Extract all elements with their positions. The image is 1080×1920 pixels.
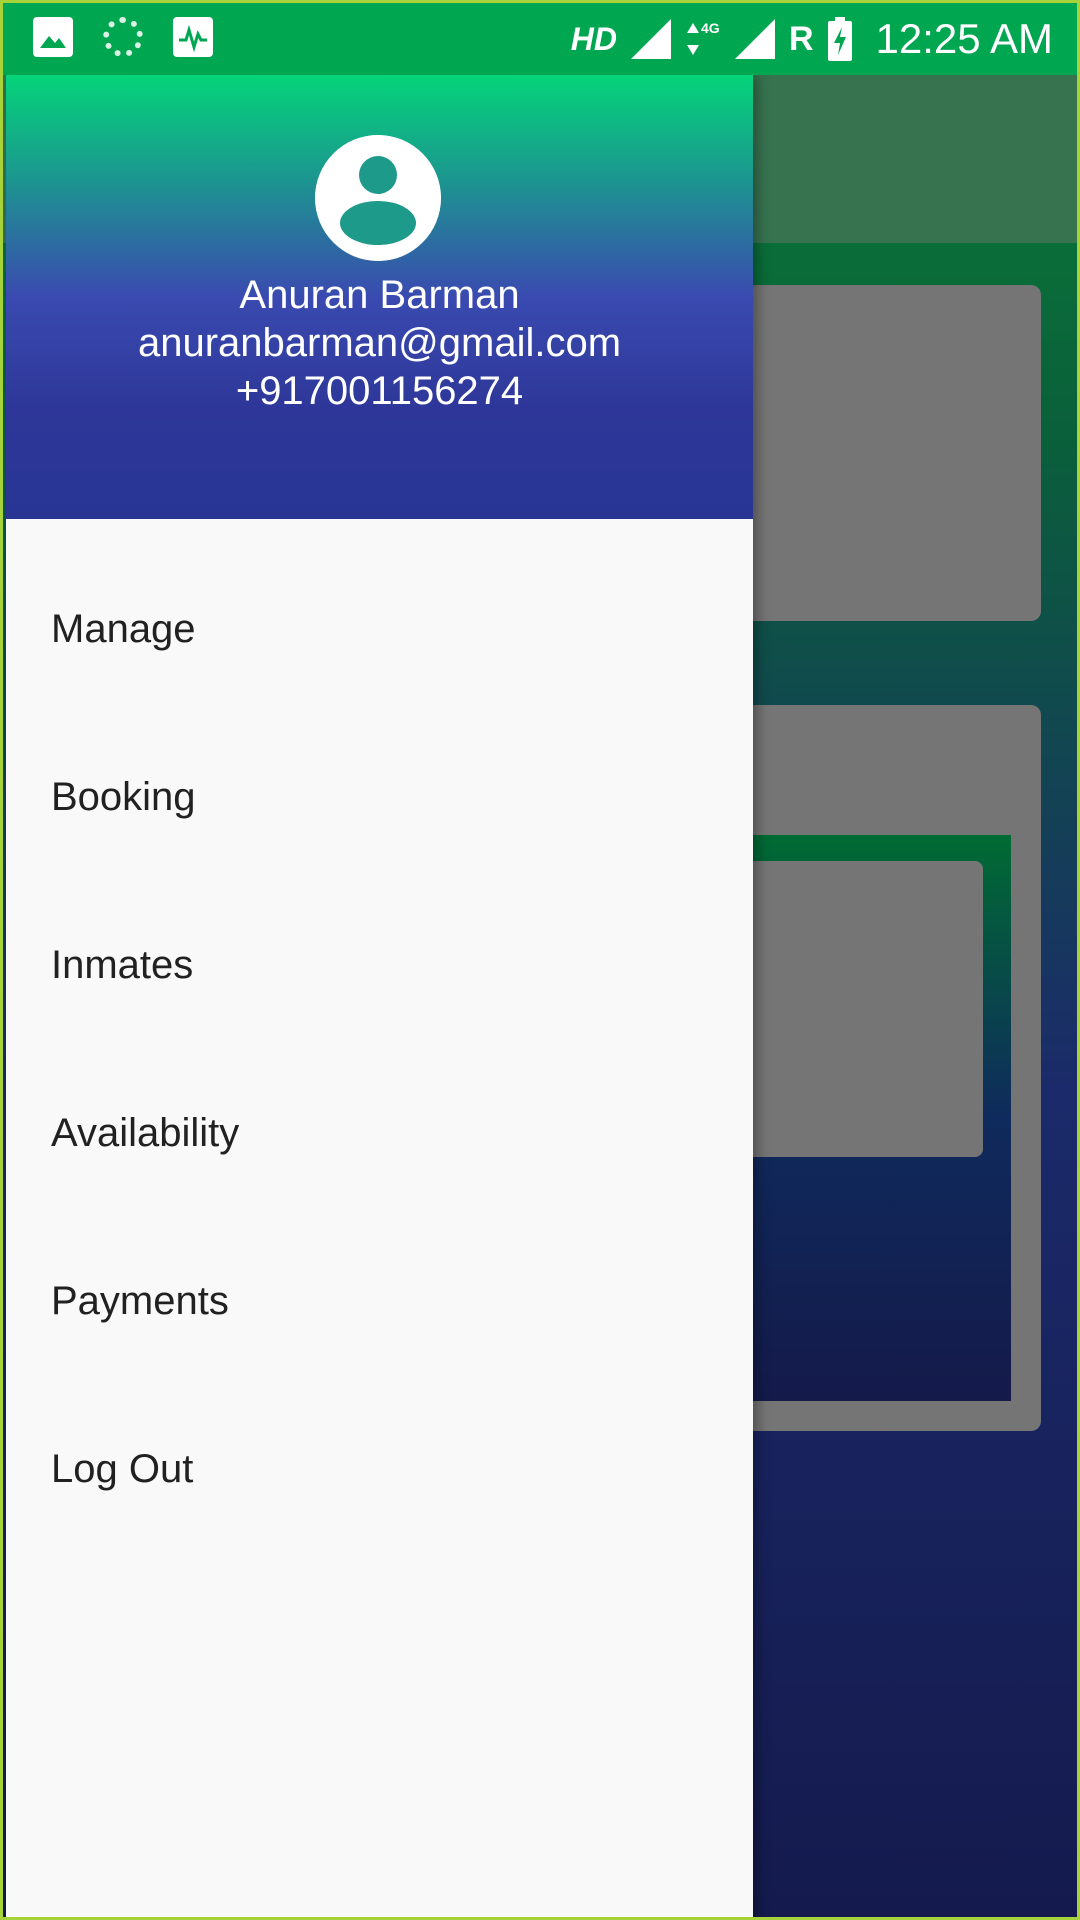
account-icon xyxy=(315,135,441,261)
menu-item-payments[interactable]: Payments xyxy=(6,1217,753,1385)
menu-item-logout[interactable]: Log Out xyxy=(6,1385,753,1553)
sync-spinner-icon xyxy=(103,17,143,57)
drawer-header: Anuran Barman anuranbarman@gmail.com +91… xyxy=(6,75,753,519)
drawer-menu: Manage Booking Inmates Availability Paym… xyxy=(6,519,753,1553)
status-left-icons xyxy=(33,17,213,57)
signal-icon xyxy=(630,19,671,59)
activity-icon xyxy=(173,17,213,57)
data-arrows-icon: 4G xyxy=(686,20,720,55)
status-bar: HD 4G R 12:25 AM xyxy=(3,3,1077,75)
avatar[interactable] xyxy=(315,135,441,261)
navigation-drawer: Anuran Barman anuranbarman@gmail.com +91… xyxy=(6,75,753,1917)
user-phone: +917001156274 xyxy=(235,369,524,413)
image-icon xyxy=(33,17,73,57)
hd-label: HD xyxy=(570,20,617,57)
menu-item-inmates[interactable]: Inmates xyxy=(6,881,753,1049)
screen: HD 4G R 12:25 AM nt xyxy=(0,0,1080,1920)
svg-text:4G: 4G xyxy=(701,20,720,36)
user-name: Anuran Barman xyxy=(239,273,520,317)
clock: 12:25 AM xyxy=(875,15,1053,62)
roaming-indicator: R xyxy=(788,19,814,58)
user-email: anuranbarman@gmail.com xyxy=(137,321,622,365)
menu-item-manage[interactable]: Manage xyxy=(6,545,753,713)
menu-item-booking[interactable]: Booking xyxy=(6,713,753,881)
status-right: HD 4G R 12:25 AM xyxy=(571,13,1053,65)
signal-icon-2 xyxy=(734,19,775,59)
menu-item-availability[interactable]: Availability xyxy=(6,1049,753,1217)
battery-charging-icon xyxy=(827,17,852,61)
